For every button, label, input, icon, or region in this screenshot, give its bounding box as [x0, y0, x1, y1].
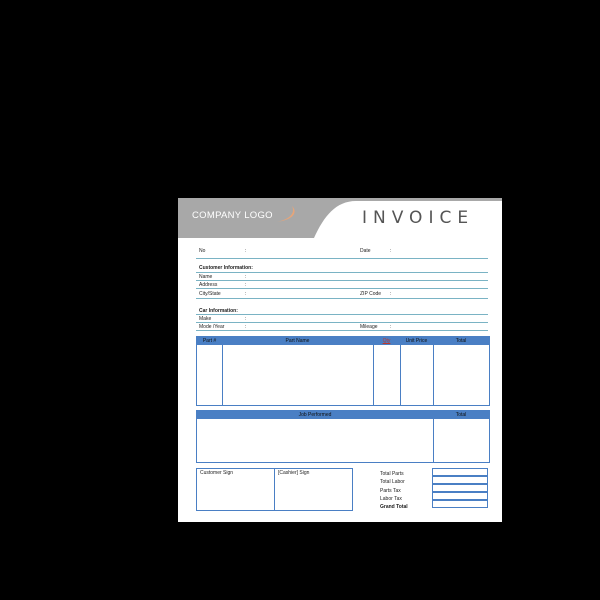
logo-swoosh-icon	[276, 206, 295, 222]
col-total: Total	[455, 338, 467, 344]
car-heading-line	[196, 314, 488, 315]
jobs-table: Job Performed Total	[196, 410, 490, 463]
customer-heading: Customer Information:	[199, 265, 253, 271]
address-field[interactable]	[196, 288, 488, 289]
no-sep: :	[245, 248, 247, 254]
zip-sep: :	[390, 291, 392, 297]
no-date-line[interactable]	[196, 258, 488, 259]
parts-col-divider	[433, 337, 434, 405]
cashier-sign-label: [Cashier] Sign	[278, 470, 310, 476]
grand-total-cell[interactable]	[432, 500, 488, 508]
col-part-name: Part Name	[285, 338, 310, 344]
total-labor-cell[interactable]	[432, 476, 488, 484]
col-job-total: Total	[455, 412, 467, 418]
totals-cells	[432, 468, 488, 510]
parts-col-divider	[373, 337, 374, 405]
col-unit-price: Unit Price	[405, 338, 428, 344]
signature-box: Customer Sign [Cashier] Sign	[196, 468, 353, 511]
customer-heading-line	[196, 272, 488, 273]
parts-col-divider	[222, 337, 223, 405]
customer-sign-label: Customer Sign	[200, 470, 234, 476]
model-mileage-field[interactable]	[196, 330, 488, 331]
col-job-performed: Job Performed	[298, 412, 332, 418]
date-label: Date	[360, 248, 371, 254]
city-state-sep: :	[245, 291, 247, 297]
name-field[interactable]	[196, 280, 488, 281]
city-zip-field[interactable]	[196, 298, 488, 299]
make-field[interactable]	[196, 322, 488, 323]
total-parts-label: Total Parts	[380, 471, 404, 477]
total-labor-label: Total Labor	[380, 479, 405, 485]
col-qty: Qty	[382, 338, 391, 344]
date-sep: :	[390, 248, 392, 254]
labor-tax-cell[interactable]	[432, 492, 488, 500]
total-parts-cell[interactable]	[432, 468, 488, 476]
zip-label: ZIP Code	[360, 291, 382, 297]
invoice-document: COMPANY LOGO INVOICE No : Date : Custome…	[178, 198, 502, 522]
col-part-number: Part #	[202, 338, 217, 344]
grand-total-label: Grand Total	[380, 504, 408, 510]
parts-tax-cell[interactable]	[432, 484, 488, 492]
company-logo: COMPANY LOGO	[192, 210, 273, 221]
invoice-title: INVOICE	[362, 208, 475, 228]
parts-table: Part # Part Name Qty Unit Price Total	[196, 336, 490, 406]
labor-tax-label: Labor Tax	[380, 496, 402, 502]
city-state-label: City/State	[199, 291, 221, 297]
no-label: No	[199, 248, 206, 254]
parts-col-divider	[400, 337, 401, 405]
jobs-col-divider	[433, 411, 434, 462]
signature-divider	[274, 469, 275, 510]
parts-tax-label: Parts Tax	[380, 488, 401, 494]
